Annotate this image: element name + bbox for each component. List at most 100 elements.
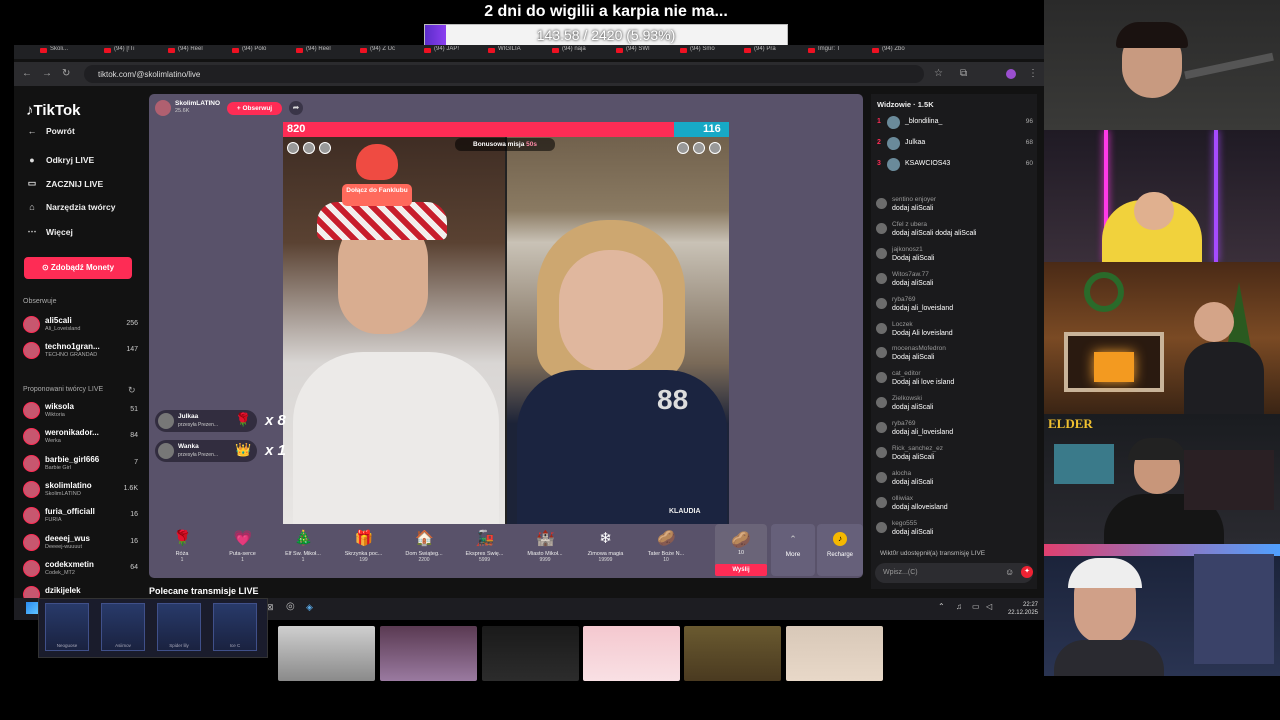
creator-item[interactable]: codekxmetin Codek_MT2 64: [23, 558, 138, 580]
thumbnail-logo[interactable]: [583, 626, 680, 681]
chat-avatar[interactable]: [876, 322, 887, 334]
following-section-label: Obserwuje: [23, 298, 57, 305]
chat-avatar[interactable]: [876, 496, 887, 508]
top-viewer[interactable]: 2 Julkaa 68: [877, 135, 1033, 153]
chat-avatar[interactable]: [876, 272, 887, 284]
chat-avatar[interactable]: [876, 372, 887, 384]
chat-avatar[interactable]: [876, 347, 887, 359]
recharge-button[interactable]: ♪ Recharge: [817, 524, 863, 576]
emoji-icon[interactable]: ☺: [1005, 567, 1014, 577]
back-icon[interactable]: ←: [22, 68, 32, 79]
tiktok-logo[interactable]: ♪TikTok: [26, 102, 80, 119]
thumbnail-food[interactable]: [786, 626, 883, 681]
pk-supporter-avatar[interactable]: [303, 142, 315, 154]
tray-chevron-icon[interactable]: ⌃: [938, 602, 945, 611]
microphone-icon[interactable]: ♫: [956, 602, 962, 611]
creator-item[interactable]: barbie_girl666 Barbie Girl 7: [23, 453, 138, 475]
thumbnail-person[interactable]: [482, 626, 579, 681]
forward-icon[interactable]: →: [42, 68, 52, 79]
top-viewer[interactable]: 1 _blondilina_ 96: [877, 114, 1033, 132]
more-gifts-button[interactable]: ⌃ More: [771, 524, 815, 576]
sidebar-nav-3[interactable]: ⌂ Narzędzia twórcy: [26, 202, 115, 212]
selected-gift[interactable]: 🥔 10 Wyślij: [715, 524, 767, 576]
browser-tab[interactable]: (94) SWI: [614, 46, 674, 58]
pk-supporter-avatar[interactable]: [319, 142, 331, 154]
url-field[interactable]: tiktok.com/@skolimlatino/live: [84, 65, 924, 83]
creator-item[interactable]: weronikador... Werka 84: [23, 426, 138, 448]
gift-item[interactable]: 🎄 Elf Św. Mikoł... 1: [274, 524, 332, 576]
chat-avatar[interactable]: [876, 247, 887, 259]
star-icon[interactable]: ☆: [934, 68, 943, 79]
clock[interactable]: 22:27 22.12.2025: [1002, 601, 1038, 617]
extensions-icon[interactable]: ⧉: [960, 68, 967, 79]
chat-avatar[interactable]: [876, 397, 887, 409]
browser-tab[interactable]: (94) Z Uc: [358, 46, 418, 58]
host-avatar[interactable]: [155, 100, 171, 116]
browser-tab[interactable]: (94) JAP!: [422, 46, 482, 58]
browser-tab[interactable]: Imgur: T: [806, 46, 866, 58]
creator-avatar: [23, 533, 40, 551]
pk-supporter-avatar[interactable]: [287, 142, 299, 154]
chat-avatar[interactable]: [876, 422, 887, 434]
thumbnail-car[interactable]: [278, 626, 375, 681]
creator-item[interactable]: ali5cali Ali_Loveisland 256: [23, 314, 138, 336]
profile-avatar[interactable]: [1006, 69, 1016, 79]
taskbar-app-icon[interactable]: ◎: [286, 601, 295, 612]
chat-avatar[interactable]: [876, 198, 887, 209]
video-player[interactable]: 88 820 116 Bonusowa misja 50s Dołącz do …: [283, 122, 729, 524]
steam-icon[interactable]: ◈: [306, 602, 313, 613]
send-gift-button[interactable]: Wyślij: [715, 564, 767, 576]
viewers-header[interactable]: Widzowie · 1.5K: [877, 100, 934, 109]
gift-item[interactable]: ❄ Zimowa magia 19999: [577, 524, 635, 576]
browser-tab[interactable]: (94) [!Ti: [102, 46, 162, 58]
pk-supporter-avatar[interactable]: [693, 142, 705, 154]
browser-tab[interactable]: (94) Pra: [742, 46, 802, 58]
sidebar-nav-1[interactable]: ● Odkryj LIVE: [26, 155, 94, 165]
thumbnail-face[interactable]: [380, 626, 477, 681]
chat-avatar[interactable]: [876, 521, 887, 533]
reload-icon[interactable]: ↻: [62, 68, 70, 79]
get-coins-button[interactable]: ⊙ Zdobądź Monety: [24, 257, 132, 279]
volume-icon[interactable]: ◁: [986, 602, 992, 611]
sidebar-nav-0[interactable]: ← Powrót: [26, 126, 75, 136]
chat-avatar[interactable]: [876, 447, 887, 458]
gift-item[interactable]: 🎁 Skrzynka poc... 199: [335, 524, 393, 576]
chat-avatar[interactable]: [876, 471, 887, 483]
windows-start-icon[interactable]: [26, 602, 38, 614]
browser-tab[interactable]: Skoli...: [38, 46, 98, 58]
creator-item[interactable]: techno1gran... TECHNO GRANDAD 147: [23, 340, 138, 362]
gift-item[interactable]: 🥔 Tater Boże N... 10: [637, 524, 695, 576]
sidebar-nav-4[interactable]: ⋯ Więcej: [26, 226, 73, 237]
refresh-icon[interactable]: ↻: [128, 385, 136, 396]
gift-item[interactable]: 🏰 Miasto Mikoł... 9999: [516, 524, 574, 576]
chat-avatar[interactable]: [876, 297, 887, 309]
creator-item[interactable]: skolimlatino SkolimLATINO 1.6K: [23, 479, 138, 501]
sidebar-nav-2[interactable]: ▭ ZACZNIJ LIVE: [26, 178, 103, 189]
share-icon[interactable]: ➦: [289, 101, 303, 115]
gift-item[interactable]: 💗 Puta-serce 1: [214, 524, 272, 576]
top-viewer[interactable]: 3 KSAWCIOS43 60: [877, 156, 1033, 174]
pk-supporter-avatar[interactable]: [709, 142, 721, 154]
pk-supporter-avatar[interactable]: [677, 142, 689, 154]
browser-tab[interactable]: WIGILIA: [486, 46, 546, 58]
follow-button[interactable]: + Obserwuj: [227, 102, 282, 115]
thumbnail-avatar[interactable]: [684, 626, 781, 681]
browser-tab[interactable]: (94) Zbo: [870, 46, 930, 58]
gift-item[interactable]: 🚂 Ekspres Świę... 5999: [456, 524, 514, 576]
host-name[interactable]: SkolimLATINO: [175, 100, 220, 107]
browser-tab[interactable]: (94) Reel: [294, 46, 354, 58]
browser-tab[interactable]: (94) naja: [550, 46, 610, 58]
menu-icon[interactable]: ⋮: [1028, 68, 1038, 79]
chat-avatar[interactable]: [876, 222, 887, 234]
creator-item[interactable]: furia_officiall FURIA 16: [23, 505, 138, 527]
fanclub-badge[interactable]: Dołącz do Fanklubu: [338, 144, 416, 210]
browser-tab[interactable]: (94) Smo: [678, 46, 738, 58]
creator-item[interactable]: wiksola Wiktoria 51: [23, 400, 138, 422]
network-icon[interactable]: ▭: [972, 602, 980, 611]
gift-item[interactable]: 🌹 Róża 1: [153, 524, 211, 576]
gift-item[interactable]: 🏠 Dom Świąteg... 2200: [395, 524, 453, 576]
gift-icon[interactable]: ✦: [1021, 566, 1033, 578]
creator-item[interactable]: deeeej_wus Deeeej-wuuuut 16: [23, 532, 138, 554]
browser-tab[interactable]: (94) Polo: [230, 46, 290, 58]
browser-tab[interactable]: (94) Reel: [166, 46, 226, 58]
